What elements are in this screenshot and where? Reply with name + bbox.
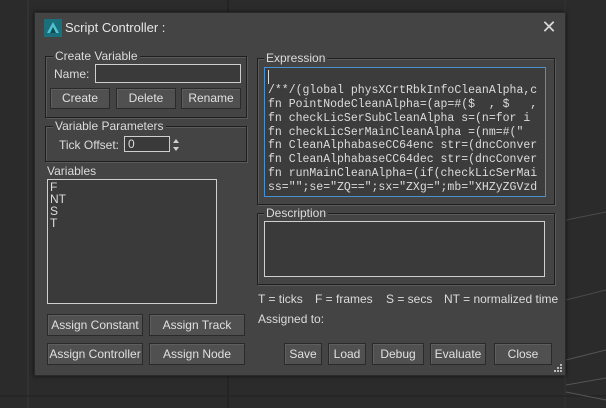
expression-line xyxy=(268,70,542,84)
list-item[interactable]: NT xyxy=(50,193,214,205)
variables-list[interactable]: F NT S T xyxy=(47,179,217,304)
assigned-to-label: Assigned to: xyxy=(258,312,325,326)
expression-line: fn checkLicSerMainCleanAlpha =(nm=#(" xyxy=(268,125,538,139)
expression-line: /**/(global physXCrtRbkInfoCleanAlpha,c xyxy=(268,83,538,97)
expression-line: fn CleanAlphabaseCC64enc str=(dncConver xyxy=(268,139,538,153)
save-button[interactable]: Save xyxy=(284,343,322,365)
tick-offset-label: Tick Offset: xyxy=(59,138,120,152)
assign-track-button[interactable]: Assign Track xyxy=(149,314,245,336)
assign-controller-button[interactable]: Assign Controller xyxy=(47,343,143,365)
script-controller-dialog: Script Controller : ✕ Create Variable Na… xyxy=(34,12,566,376)
frames-legend: F = frames xyxy=(315,292,373,306)
ticks-legend: T = ticks xyxy=(258,292,303,306)
expression-line: fn PointNodeCleanAlpha=(ap=#($ , $ , xyxy=(268,97,538,111)
3dsmax-logo-icon xyxy=(44,19,62,37)
expression-line: fn runMainCleanAlpha=(if(checkLicSerMai xyxy=(268,167,538,181)
variables-label: Variables xyxy=(47,164,97,178)
spinner-arrows-icon[interactable] xyxy=(171,137,181,153)
normalized-time-legend: NT = normalized time xyxy=(444,292,559,306)
description-label: Description xyxy=(264,206,329,220)
variable-parameters-legend: Variable Parameters xyxy=(53,119,166,133)
create-variable-legend: Create Variable xyxy=(53,49,140,63)
delete-button[interactable]: Delete xyxy=(116,88,176,109)
window-title: Script Controller : xyxy=(65,20,166,35)
expression-line: fn checkLicSerSubCleanAlpha s=(n=for i xyxy=(268,111,538,125)
expression-label: Expression xyxy=(264,51,328,65)
list-item[interactable]: T xyxy=(50,217,214,229)
expression-line: ss="";se="ZQ==";sx="ZXg=";mb="XHZyZGVzd xyxy=(268,181,538,195)
close-icon[interactable]: ✕ xyxy=(539,17,559,37)
debug-button[interactable]: Debug xyxy=(372,343,424,365)
assign-node-button[interactable]: Assign Node xyxy=(149,343,245,365)
description-input[interactable] xyxy=(264,221,545,277)
create-button[interactable]: Create xyxy=(50,88,110,109)
name-label: Name: xyxy=(54,67,90,81)
title-bar[interactable]: Script Controller : ✕ xyxy=(35,13,565,43)
expression-line: fn CleanAlphabaseCC64dec str=(dncConver xyxy=(268,153,538,167)
list-item[interactable]: F xyxy=(50,181,214,193)
load-button[interactable]: Load xyxy=(328,343,366,365)
resize-grip-icon[interactable] xyxy=(553,363,563,373)
assign-constant-button[interactable]: Assign Constant xyxy=(47,314,143,336)
expression-editor[interactable]: /**/(global physXCrtRbkInfoCleanAlpha,c … xyxy=(264,67,546,197)
rename-button[interactable]: Rename xyxy=(181,88,241,109)
close-button[interactable]: Close xyxy=(494,343,552,365)
secs-legend: S = secs xyxy=(386,292,433,306)
list-item[interactable]: S xyxy=(50,205,214,217)
tick-offset-spinner[interactable]: 0 xyxy=(124,136,170,152)
variable-name-input[interactable] xyxy=(95,64,241,83)
evaluate-button[interactable]: Evaluate xyxy=(430,343,486,365)
